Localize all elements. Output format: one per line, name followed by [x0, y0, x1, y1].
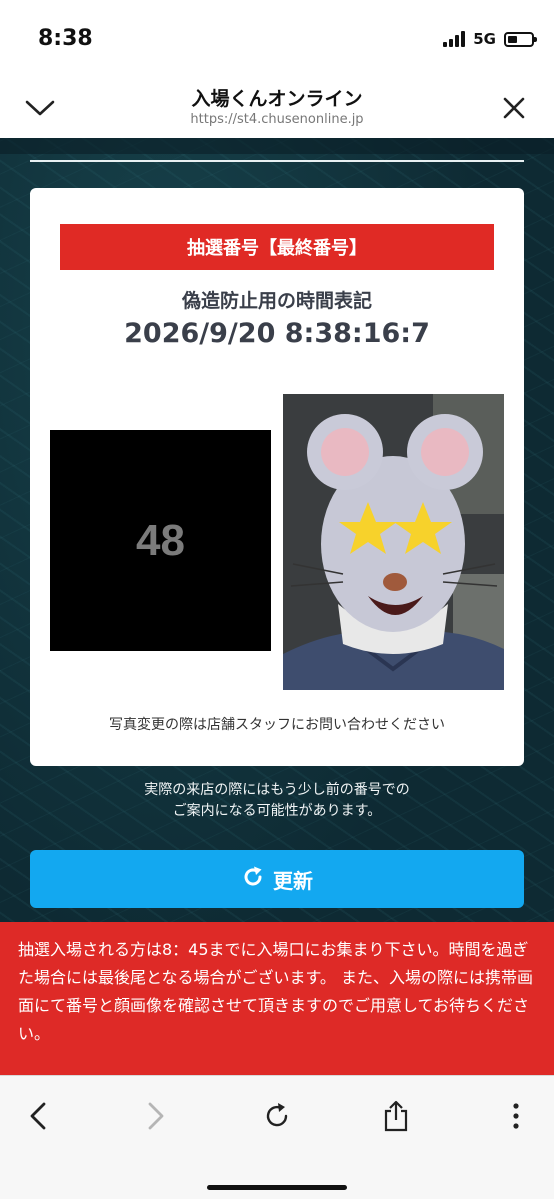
refresh-label: 更新 [273, 868, 313, 893]
more-icon[interactable] [494, 1094, 538, 1138]
face-photo [283, 394, 504, 690]
status-indicators: 5G [443, 30, 537, 48]
share-icon[interactable] [374, 1094, 418, 1138]
status-time: 8:38 [38, 26, 93, 51]
close-icon[interactable] [494, 88, 534, 128]
page-content: 抽選番号【最終番号】 偽造防止用の時間表記 2026/9/20 8:38:16:… [0, 138, 554, 1075]
photo-change-note: 写真変更の際は店舗スタッフにお問い合わせください [109, 717, 445, 733]
signal-icon [443, 31, 466, 47]
lottery-card: 抽選番号【最終番号】 偽造防止用の時間表記 2026/9/20 8:38:16:… [30, 188, 524, 766]
reload-icon[interactable] [255, 1094, 299, 1138]
notice-line-1: 実際の来店の際にはもう少し前の番号での [144, 782, 410, 798]
page-title: 入場くんオンライン [191, 88, 363, 110]
notice-line-2: ご案内になる可能性があります。 [172, 803, 382, 819]
forward-icon[interactable] [134, 1094, 178, 1138]
network-label: 5G [473, 30, 496, 48]
home-indicator [207, 1185, 347, 1190]
lottery-banner: 抽選番号【最終番号】 [60, 224, 494, 270]
back-icon[interactable] [16, 1094, 60, 1138]
divider [30, 160, 524, 162]
browser-toolbar [0, 1075, 554, 1199]
lottery-number-box: 48 [50, 430, 271, 651]
lottery-number: 48 [136, 515, 185, 565]
timestamp: 2026/9/20 8:38:16:7 [124, 318, 430, 349]
entry-alert: 抽選入場される方は8：45までに入場口にお集まり下さい。時間を過ぎた場合には最後… [0, 922, 554, 1075]
battery-icon [504, 31, 537, 47]
browser-header: 入場くんオンライン https://st4.chusenonline.jp [0, 78, 554, 138]
arrival-notice: 実際の来店の際にはもう少し前の番号での ご案内になる可能性があります。 [0, 780, 554, 822]
top-fade [0, 138, 554, 154]
anti-forgery-label: 偽造防止用の時間表記 [181, 290, 372, 312]
status-bar: 8:38 5G [0, 0, 554, 78]
page-url: https://st4.chusenonline.jp [190, 112, 364, 127]
refresh-button[interactable]: 更新 [30, 850, 524, 908]
refresh-icon [241, 865, 265, 894]
